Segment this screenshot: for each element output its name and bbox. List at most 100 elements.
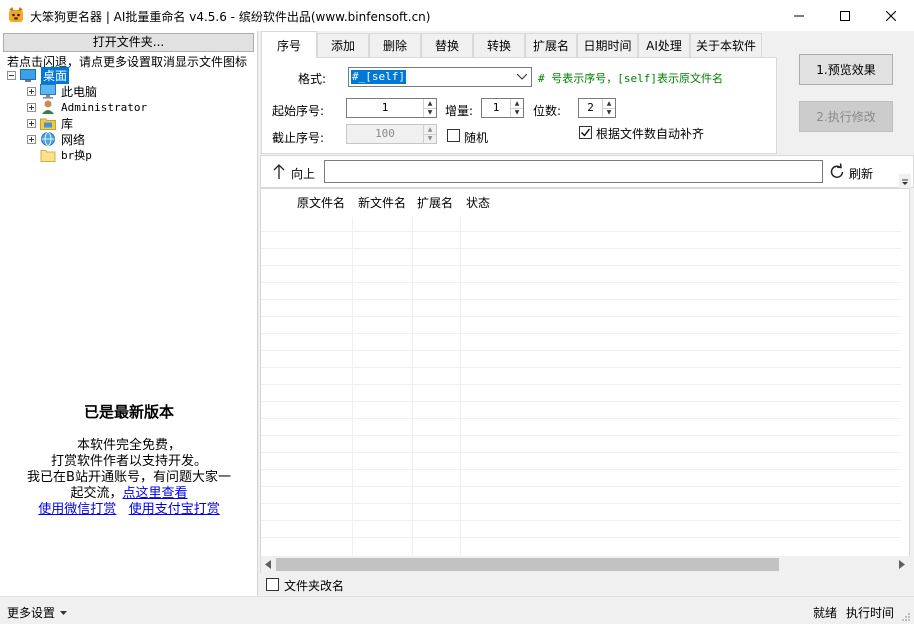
increment-stepper[interactable]: 1 ▲ ▼ [481,98,524,118]
tree-label-desktop: 桌面 [41,66,70,84]
grid-divider [412,217,413,557]
promo-support: 打赏软件作者以支持开发。 [50,454,207,469]
latest-version-heading: 已是最新版本 [83,403,174,421]
column-extension[interactable]: 扩展名 [417,189,453,217]
folder-tree[interactable]: 桌面 此电脑 Administrator 库 网络 br换p [7,66,252,163]
arrow-up-icon[interactable] [273,164,285,179]
computer-icon [40,84,56,99]
status-exec-time: 执行时间 [846,606,895,620]
grid-line [261,401,901,402]
minimize-button[interactable] [776,0,822,31]
spin-down-icon[interactable]: ▼ [511,107,523,118]
refresh-icon[interactable] [828,163,846,181]
spin-down-icon[interactable]: ▼ [424,107,436,118]
start-stepper[interactable]: 1 ▲ ▼ [346,98,437,118]
random-checkbox[interactable] [447,129,460,142]
donate-links: 使用微信打赏 使用支付宝打赏 [0,502,258,518]
library-icon [40,118,56,130]
network-icon [41,132,55,146]
tree-label-library: 库 [61,116,74,131]
grid-line [261,333,901,334]
column-status[interactable]: 状态 [466,189,490,217]
spin-down-icon[interactable]: ▼ [603,107,615,118]
view-here-link[interactable]: 点这里查看 [123,486,188,501]
end-stepper: 100 ▲ ▼ [346,124,437,144]
expand-icon[interactable] [27,102,36,112]
grid-line [261,265,901,266]
expand-icon[interactable] [27,134,36,144]
close-button[interactable] [868,0,914,31]
scroll-left-icon[interactable] [265,560,271,569]
serial-tab-panel: 格式: #_[self] # 号表示序号，[self]表示原文件名 起始序号: … [261,57,777,154]
spin-up-icon[interactable]: ▲ [424,99,436,108]
format-label: 格式: [298,72,327,86]
horizontal-scrollbar[interactable] [261,556,910,573]
resize-grip-icon[interactable] [901,612,911,622]
tab-datetime[interactable]: 日期时间 [577,33,638,57]
up-button-label[interactable]: 向上 [291,165,315,182]
format-hint: # 号表示序号，[self]表示原文件名 [538,72,723,85]
open-folder-button[interactable]: 打开文件夹... [3,33,254,52]
promo-free: 本软件完全免费， [76,438,181,453]
chevron-down-icon[interactable] [899,174,911,188]
grid-line [261,299,901,300]
digits-label: 位数: [533,104,562,118]
grid-line [261,537,901,538]
autopad-checkbox[interactable] [579,126,592,139]
status-bar: 更多设置 就绪 执行时间 [0,596,914,624]
file-list[interactable]: 原文件名 新文件名 扩展名 状态 [260,188,910,573]
tree-item-library[interactable]: 库 [7,115,252,131]
spin-up-icon[interactable]: ▲ [511,99,523,108]
more-settings-button[interactable]: 更多设置 [7,604,68,621]
grid-line [261,248,901,249]
collapse-icon[interactable] [7,70,16,80]
end-value: 100 [375,127,395,140]
chevron-down-icon[interactable] [517,74,527,80]
tab-replace[interactable]: 替换 [421,33,473,57]
tree-item-desktop[interactable]: 桌面 [7,66,252,84]
digits-value[interactable]: 2 [579,99,602,117]
tab-about[interactable]: 关于本软件 [690,33,762,57]
rename-folders-checkbox[interactable] [266,578,279,591]
tree-item-folder[interactable]: br换p [7,147,252,163]
format-combobox[interactable]: #_[self] [348,67,532,87]
spin-up-icon[interactable]: ▲ [603,99,615,108]
column-new-name[interactable]: 新文件名 [358,189,406,217]
tree-item-network[interactable]: 网络 [7,131,252,147]
tree-item-administrator[interactable]: Administrator [7,99,252,115]
grid-line [261,316,901,317]
start-value[interactable]: 1 [347,99,423,117]
grid-divider [460,217,461,557]
increment-value[interactable]: 1 [482,99,510,117]
preview-button[interactable]: 1.预览效果 [799,54,893,85]
rename-folders-label: 文件夹改名 [284,579,345,593]
tree-label-administrator: Administrator [61,100,148,114]
tree-item-this-pc[interactable]: 此电脑 [7,83,252,99]
tab-ai[interactable]: AI处理 [638,33,690,57]
maximize-button[interactable] [822,0,868,31]
grid-line [261,486,901,487]
tab-serial[interactable]: 序号 [261,31,317,58]
scroll-thumb[interactable] [276,558,779,571]
wechat-donate-link[interactable]: 使用微信打赏 [38,502,116,517]
tree-label-folder: br换p [61,149,92,162]
alipay-donate-link[interactable]: 使用支付宝打赏 [129,502,220,517]
tab-extension[interactable]: 扩展名 [525,33,577,57]
start-label: 起始序号: [272,104,325,118]
expand-icon[interactable] [27,86,36,96]
grid-line [261,469,901,470]
scroll-right-icon[interactable] [899,560,905,569]
title-bar: 大笨狗更名器 | AI批量重命名 v4.5.6 - 缤纷软件出品(www.bin… [0,0,914,31]
tab-add[interactable]: 添加 [317,33,369,57]
expand-icon[interactable] [27,118,36,128]
promo-exchange: 起交流，点这里查看 [0,486,258,502]
grid-line [261,418,901,419]
random-label: 随机 [464,131,489,145]
path-input[interactable] [324,160,823,183]
column-original-name[interactable]: 原文件名 [297,189,345,217]
dropdown-arrow-icon [60,610,68,615]
refresh-label[interactable]: 刷新 [849,165,873,182]
digits-stepper[interactable]: 2 ▲ ▼ [578,98,616,118]
tab-delete[interactable]: 删除 [369,33,421,57]
tab-convert[interactable]: 转换 [473,33,525,57]
